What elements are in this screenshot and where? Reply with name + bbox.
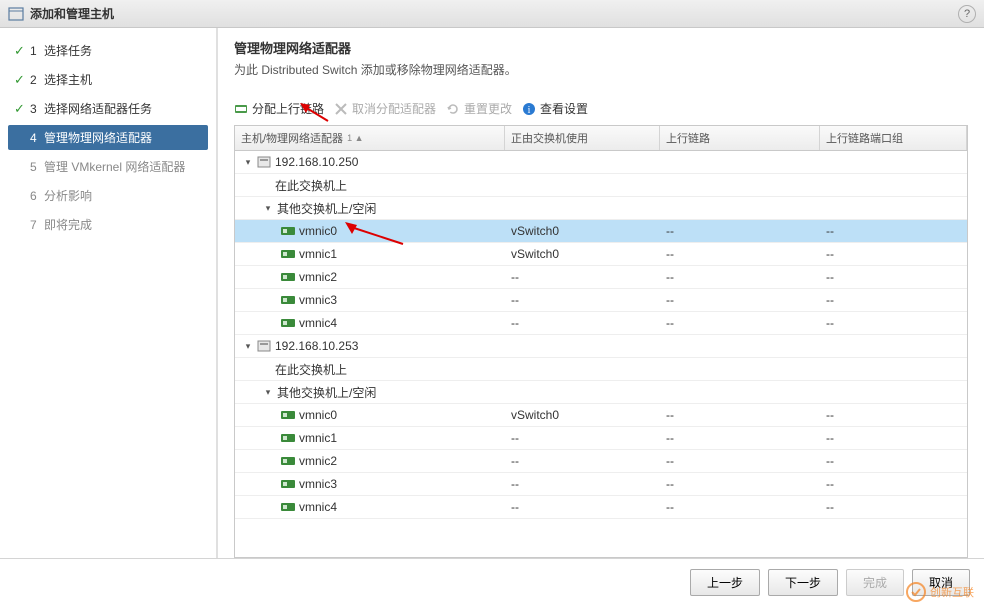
collapse-icon[interactable]: ▾: [243, 341, 253, 351]
page-title: 管理物理网络适配器: [234, 38, 968, 57]
table-body[interactable]: ▾ 192.168.10.250 在此交换机上 ▾其他交换机上/空闲 vmnic…: [235, 151, 967, 557]
view-settings-button[interactable]: i 查看设置: [522, 100, 588, 117]
step-6[interactable]: 6分析影响: [0, 181, 216, 210]
nic-icon: [281, 248, 295, 260]
watermark: 创新互联: [906, 582, 974, 602]
nic-icon: [281, 271, 295, 283]
collapse-icon[interactable]: ▾: [243, 157, 253, 167]
watermark-icon: [906, 582, 926, 602]
check-icon: ✓: [14, 43, 30, 59]
nic-icon: [281, 294, 295, 306]
host-row[interactable]: ▾ 192.168.10.253: [235, 335, 967, 358]
collapse-icon[interactable]: ▾: [263, 203, 273, 213]
nic-row[interactable]: vmnic4 ------: [235, 496, 967, 519]
unassign-button: 取消分配适配器: [334, 100, 436, 117]
assign-icon: [234, 102, 248, 116]
window-icon: [8, 6, 24, 22]
host-icon: [257, 156, 271, 168]
info-icon: i: [522, 102, 536, 116]
page-subtitle: 为此 Distributed Switch 添加或移除物理网络适配器。: [234, 61, 968, 78]
sort-indicator: 1 ▲: [347, 133, 363, 143]
col-host-adapter[interactable]: 主机/物理网络适配器1 ▲: [235, 126, 505, 150]
step-4[interactable]: 4管理物理网络适配器: [8, 125, 208, 150]
wizard-steps: ✓1选择任务 ✓2选择主机 ✓3选择网络适配器任务 4管理物理网络适配器 5管理…: [0, 28, 218, 558]
step-7[interactable]: 7即将完成: [0, 210, 216, 239]
nic-row[interactable]: vmnic4 ------: [235, 312, 967, 335]
assign-uplink-button[interactable]: 分配上行链路: [234, 100, 324, 117]
nic-row[interactable]: vmnic2 ------: [235, 450, 967, 473]
nic-row[interactable]: vmnic1 ------: [235, 427, 967, 450]
check-icon: ✓: [14, 101, 30, 117]
nic-icon: [281, 455, 295, 467]
nic-row[interactable]: vmnic1 vSwitch0----: [235, 243, 967, 266]
group-row[interactable]: 在此交换机上: [235, 174, 967, 197]
reset-icon: [446, 102, 460, 116]
table-header: 主机/物理网络适配器1 ▲ 正由交换机使用 上行链路 上行链路端口组: [235, 126, 967, 151]
nic-row[interactable]: vmnic0 vSwitch0----: [235, 404, 967, 427]
content-panel: 管理物理网络适配器 为此 Distributed Switch 添加或移除物理网…: [218, 28, 984, 558]
col-uplink-group[interactable]: 上行链路端口组: [820, 126, 967, 150]
main-area: ✓1选择任务 ✓2选择主机 ✓3选择网络适配器任务 4管理物理网络适配器 5管理…: [0, 28, 984, 558]
nic-icon: [281, 409, 295, 421]
host-icon: [257, 340, 271, 352]
nic-icon: [281, 501, 295, 513]
nic-icon: [281, 478, 295, 490]
nic-row[interactable]: vmnic3 ------: [235, 473, 967, 496]
col-uplink[interactable]: 上行链路: [660, 126, 820, 150]
finish-button: 完成: [846, 569, 904, 596]
nic-row[interactable]: vmnic3 ------: [235, 289, 967, 312]
group-row[interactable]: 在此交换机上: [235, 358, 967, 381]
nic-row-selected[interactable]: vmnic0 vSwitch0----: [235, 220, 967, 243]
reset-button: 重置更改: [446, 100, 512, 117]
check-icon: ✓: [14, 72, 30, 88]
host-row[interactable]: ▾ 192.168.10.250: [235, 151, 967, 174]
group-row[interactable]: ▾其他交换机上/空闲: [235, 197, 967, 220]
col-used-by[interactable]: 正由交换机使用: [505, 126, 660, 150]
collapse-icon[interactable]: ▾: [263, 387, 273, 397]
nic-icon: [281, 317, 295, 329]
svg-text:i: i: [528, 105, 531, 116]
group-row[interactable]: ▾其他交换机上/空闲: [235, 381, 967, 404]
step-3[interactable]: ✓3选择网络适配器任务: [0, 94, 216, 123]
window-title: 添加和管理主机: [30, 5, 958, 22]
footer: 上一步 下一步 完成 取消: [0, 558, 984, 606]
nic-icon: [281, 432, 295, 444]
next-button[interactable]: 下一步: [768, 569, 838, 596]
nic-row[interactable]: vmnic2 ------: [235, 266, 967, 289]
help-button[interactable]: ?: [958, 5, 976, 23]
unassign-icon: [334, 102, 348, 116]
step-1[interactable]: ✓1选择任务: [0, 36, 216, 65]
nic-icon: [281, 225, 295, 237]
step-5[interactable]: 5管理 VMkernel 网络适配器: [0, 152, 216, 181]
back-button[interactable]: 上一步: [690, 569, 760, 596]
adapter-table: 主机/物理网络适配器1 ▲ 正由交换机使用 上行链路 上行链路端口组 ▾ 192…: [234, 125, 968, 558]
titlebar: 添加和管理主机 ?: [0, 0, 984, 28]
toolbar: 分配上行链路 取消分配适配器 重置更改 i 查看设置: [234, 98, 968, 119]
step-2[interactable]: ✓2选择主机: [0, 65, 216, 94]
